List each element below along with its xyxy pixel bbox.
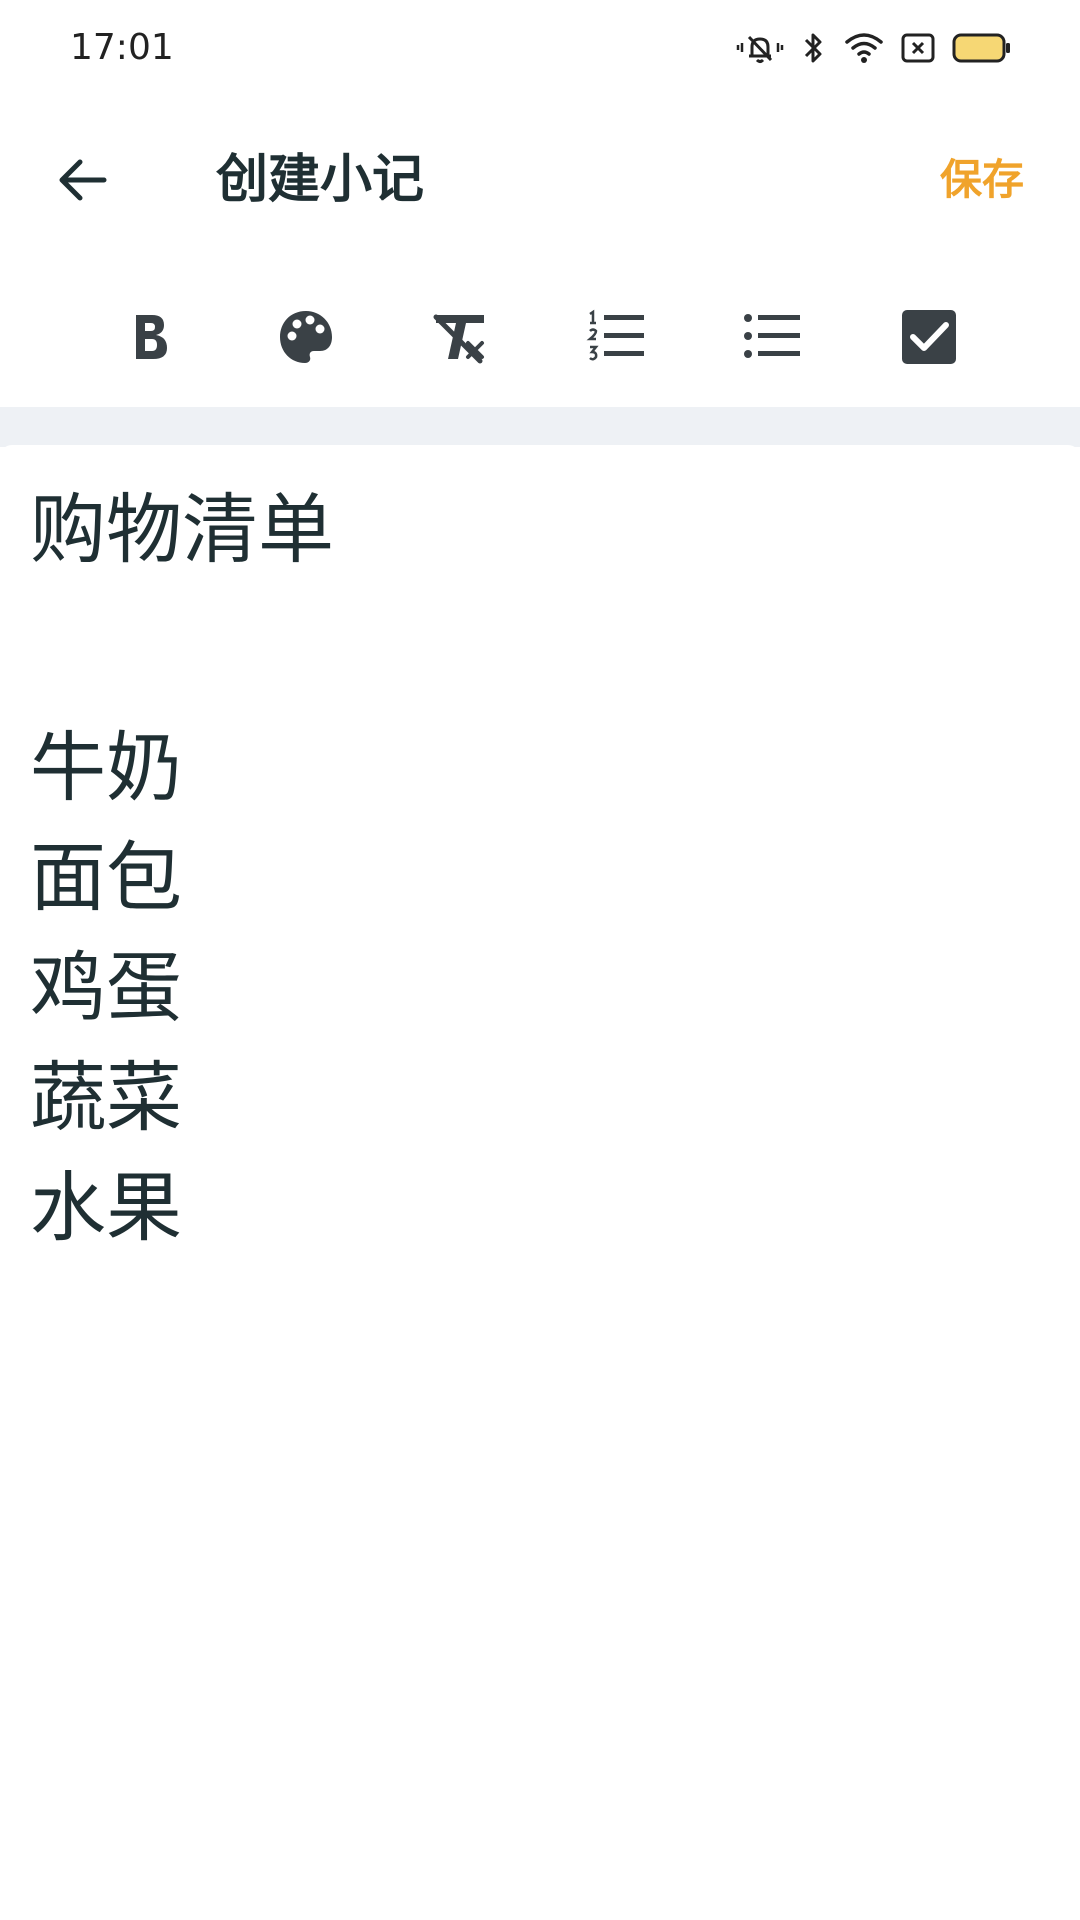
numbered-list-button[interactable] — [584, 305, 648, 369]
clear-format-icon — [433, 314, 484, 364]
page-title: 创建小记 — [216, 150, 425, 210]
toolbar-divider — [0, 407, 1080, 447]
status-icons — [736, 26, 1012, 70]
bulleted-list-button[interactable] — [740, 305, 804, 369]
list-item: 蔬菜 — [30, 1053, 182, 1142]
list-item: 水果 — [30, 1163, 182, 1252]
palette-icon — [280, 311, 332, 363]
checkbox-icon — [902, 310, 956, 364]
format-toolbar — [0, 285, 1080, 385]
note-title: 购物清单 — [30, 485, 334, 574]
bluetooth-icon — [804, 33, 822, 63]
app-bar: 创建小记 保存 — [0, 120, 1080, 240]
note-content[interactable]: 购物清单 牛奶 面包 鸡蛋 蔬菜 水果 — [30, 475, 1030, 1263]
back-button[interactable] — [46, 150, 118, 210]
list-item: 鸡蛋 — [30, 943, 182, 1032]
wifi-icon — [845, 33, 883, 63]
save-button[interactable]: 保存 — [940, 150, 1024, 210]
checklist-button[interactable] — [897, 305, 961, 369]
status-time: 17:01 — [70, 27, 174, 68]
list-item: 牛奶 — [30, 723, 182, 812]
bold-button[interactable] — [118, 305, 182, 369]
no-sim-icon — [901, 33, 935, 63]
mute-vibrate-icon — [736, 35, 784, 63]
bold-icon — [136, 315, 167, 359]
battery-icon — [952, 33, 1010, 63]
arrow-left-icon — [59, 159, 107, 201]
list-item: 面包 — [30, 833, 182, 922]
note-editor[interactable]: 购物清单 牛奶 面包 鸡蛋 蔬菜 水果 — [0, 445, 1080, 1920]
bulleted-list-icon — [744, 314, 800, 358]
clear-format-button[interactable] — [428, 305, 492, 369]
numbered-list-icon — [586, 309, 644, 361]
status-bar: 17:01 — [0, 0, 1080, 96]
color-button[interactable] — [274, 305, 338, 369]
